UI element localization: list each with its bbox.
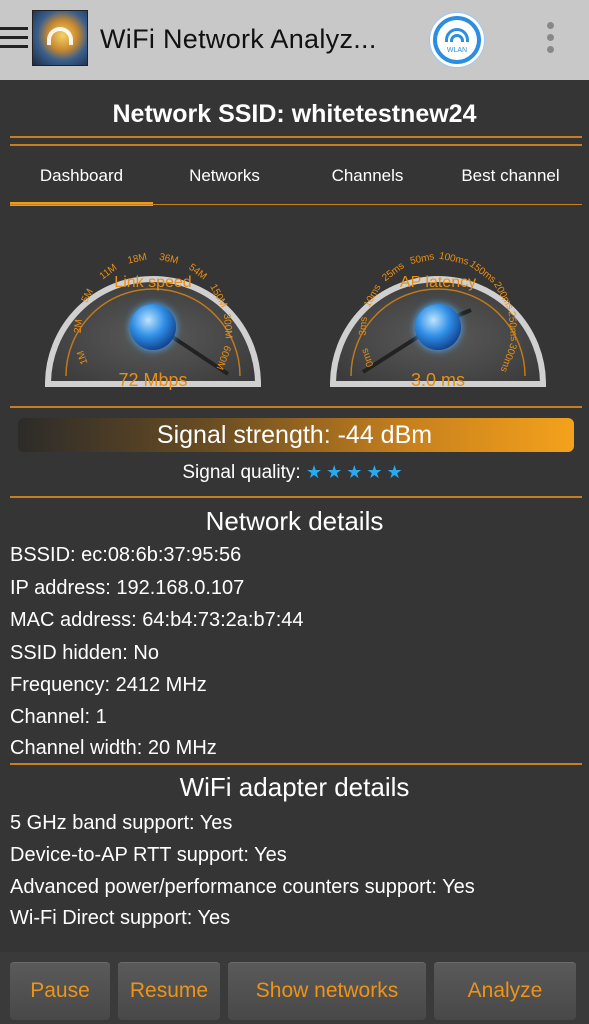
link-speed-tick-label: 18M <box>127 252 148 267</box>
tab-underline <box>10 204 582 205</box>
ap-latency-tick-label: 50ms <box>409 251 435 267</box>
menu-icon[interactable] <box>0 27 28 51</box>
globe-icon <box>415 304 461 350</box>
link-speed-tick-label: 36M <box>158 252 179 267</box>
detail-channel-width: Channel width: 20 MHz <box>10 737 217 759</box>
tab-channels[interactable]: Channels <box>296 150 439 206</box>
divider <box>10 763 582 765</box>
ap-latency-tick-label: 100ms <box>438 251 470 268</box>
app-root: WiFi Network Analyz... WLAN Network SSID… <box>0 0 589 1024</box>
tab-best-channel[interactable]: Best channel <box>439 150 582 206</box>
adapter-details-title: WiFi adapter details <box>179 772 410 802</box>
globe-icon <box>130 304 176 350</box>
link-speed-tick-label: 300M <box>221 313 234 339</box>
detail-5ghz-support: 5 GHz band support: Yes <box>10 812 233 834</box>
ap-latency-value: 3.0 ms <box>410 370 466 390</box>
detail-rtt-support: Device-to-AP RTT support: Yes <box>10 844 287 866</box>
detail-bssid: BSSID: ec:08:6b:37:95:56 <box>10 544 242 566</box>
detail-power-counters-support: Advanced power/performance counters supp… <box>10 876 475 898</box>
tab-dashboard[interactable]: Dashboard <box>10 150 153 206</box>
ap-latency-tick-label: 3ms <box>357 316 369 336</box>
overflow-menu-icon[interactable] <box>545 22 555 58</box>
app-logo-icon <box>32 10 88 66</box>
tab-bar: Dashboard Networks Channels Best channel <box>10 150 582 206</box>
divider <box>10 136 582 138</box>
detail-mac-address: MAC address: 64:b4:73:2a:b7:44 <box>10 609 304 631</box>
link-speed-label: Link speed <box>114 274 192 291</box>
analyze-button[interactable]: Analyze <box>434 962 576 1020</box>
divider <box>10 144 582 146</box>
ap-latency-tick-label: 250ms <box>506 311 519 342</box>
resume-button[interactable]: Resume <box>118 962 220 1020</box>
signal-strength-text: Signal strength: -44 dBm <box>156 421 433 449</box>
show-networks-button[interactable]: Show networks <box>228 962 426 1020</box>
app-title: WiFi Network Analyz... <box>100 24 377 54</box>
tab-networks[interactable]: Networks <box>153 150 296 206</box>
link-speed-value: 72 Mbps <box>118 370 188 390</box>
ap-latency-gauge: 0ms 3ms 10ms 25ms 50ms 100ms 150ms 200ms 250ms 30… <box>323 214 553 396</box>
divider <box>10 496 582 498</box>
star-rating-icon: ★★★★★ <box>305 462 407 482</box>
link-speed-tick-label: 2M <box>73 319 85 334</box>
detail-channel: Channel: 1 <box>10 706 107 728</box>
network-details-title: Network details <box>205 506 384 536</box>
wlan-badge-icon[interactable]: WLAN <box>430 13 484 67</box>
divider <box>10 406 582 408</box>
ap-latency-label: AP latency <box>399 274 477 291</box>
detail-ssid-hidden: SSID hidden: No <box>10 642 159 664</box>
detail-frequency: Frequency: 2412 MHz <box>10 674 207 696</box>
action-bar: WiFi Network Analyz... WLAN <box>0 0 589 80</box>
signal-quality: Signal quality: ★★★★★ <box>0 462 589 484</box>
detail-wifi-direct-support: Wi-Fi Direct support: Yes <box>10 907 231 929</box>
detail-ip-address: IP address: 192.168.0.107 <box>10 577 245 599</box>
wlan-badge-text: WLAN <box>446 47 468 54</box>
network-ssid-title: Network SSID: whitetestnew24 <box>112 100 477 128</box>
signal-quality-label: Signal quality: <box>182 462 301 483</box>
pause-button[interactable]: Pause <box>10 962 110 1020</box>
link-speed-gauge: 1M 2M 5M 11M 18M 36M 54M 150M 300M 600M Link spee… <box>38 214 268 396</box>
